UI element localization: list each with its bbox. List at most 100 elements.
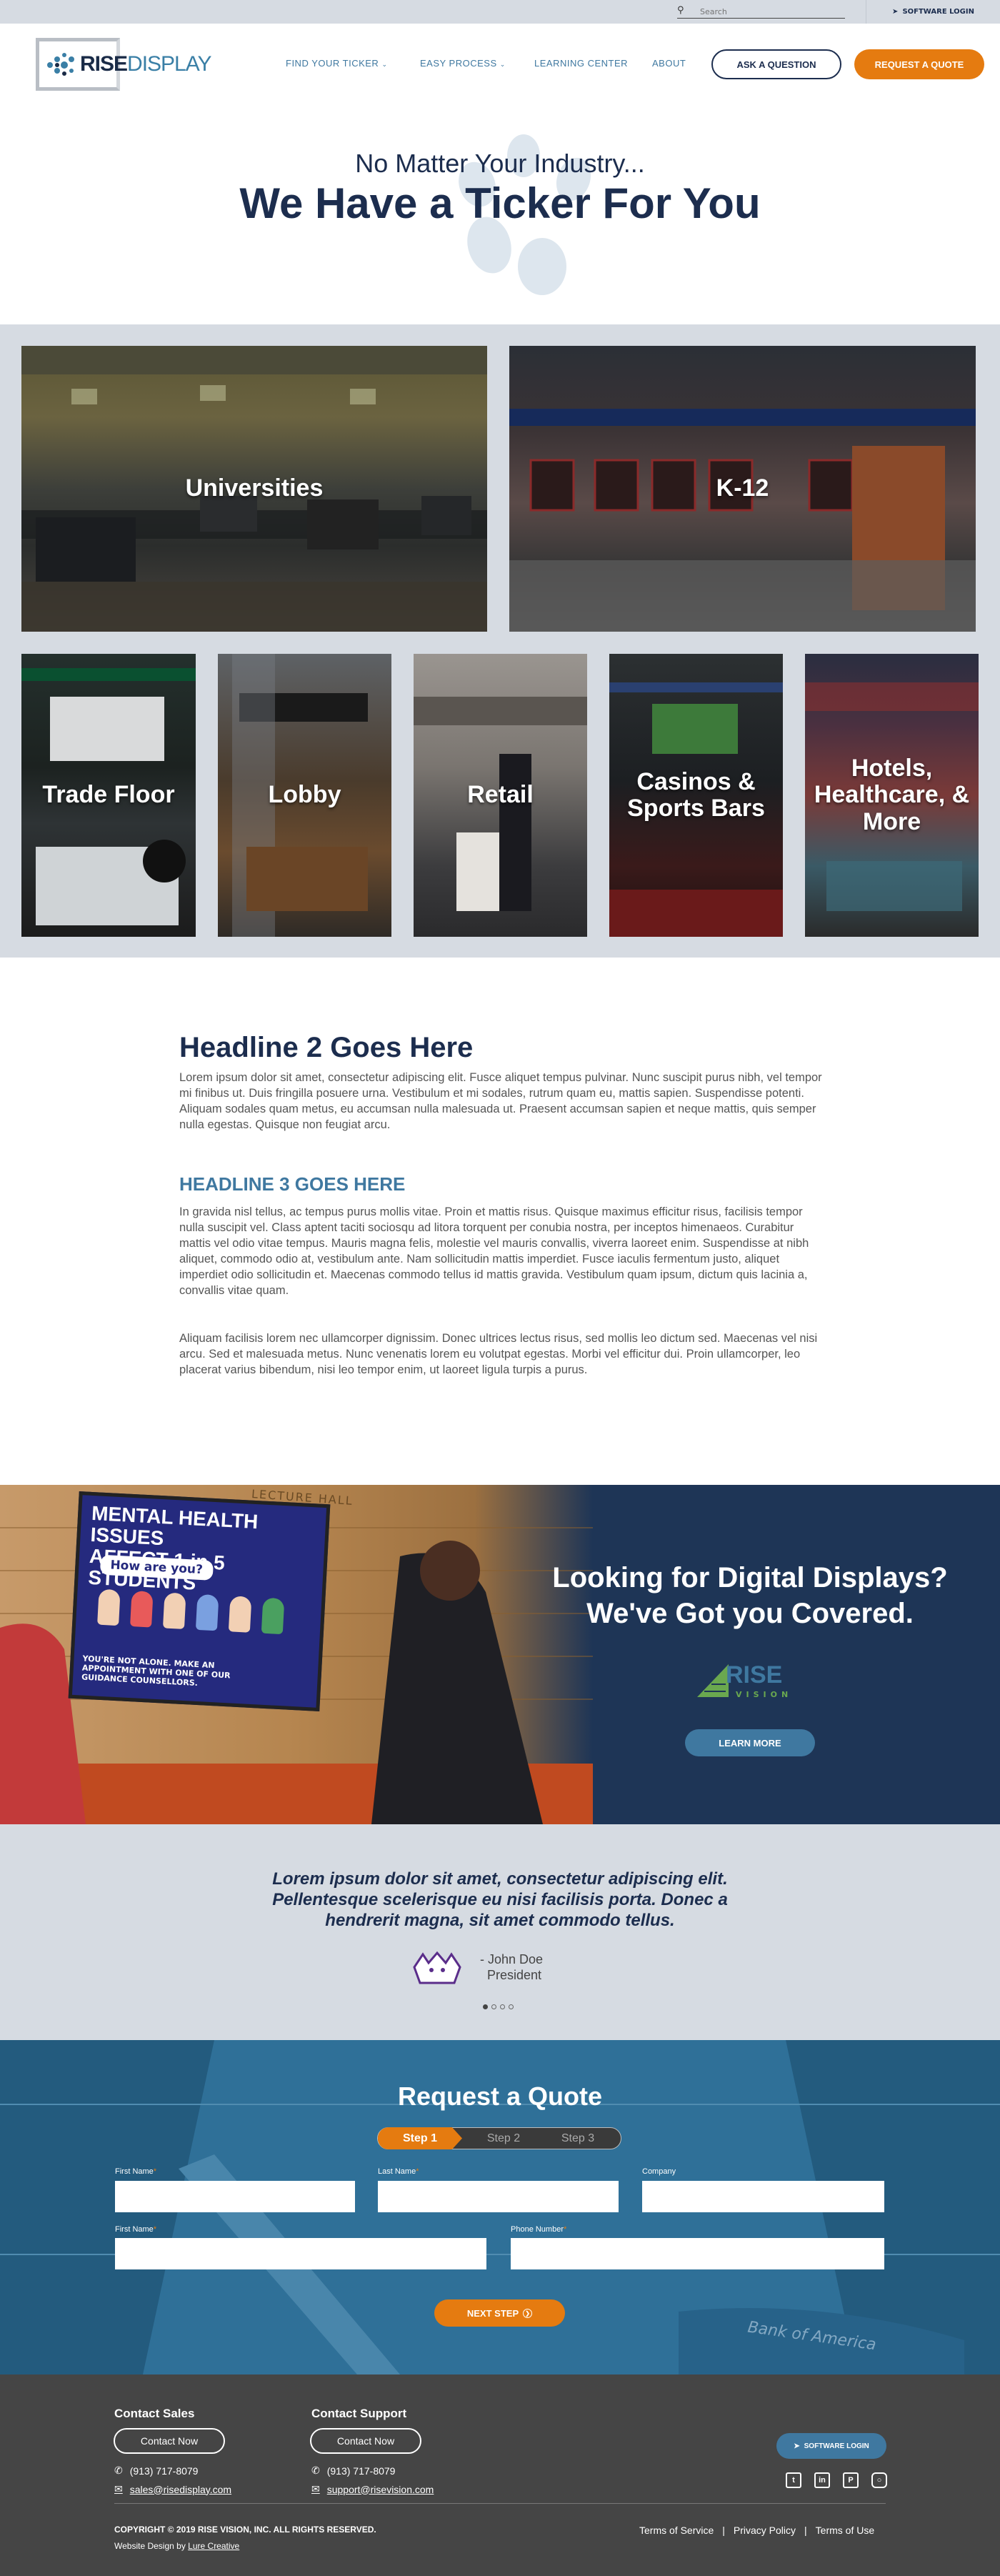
contact-sales-heading: Contact Sales xyxy=(114,2407,195,2420)
twitter-icon[interactable]: t xyxy=(786,2472,801,2488)
nav-easy-process[interactable]: EASY PROCESS ⌄ xyxy=(420,58,506,69)
copyright: COPYRIGHT © 2019 RISE VISION, INC. ALL R… xyxy=(114,2525,376,2535)
sales-phone[interactable]: ✆ (913) 717-8079 xyxy=(114,2465,198,2477)
lecture-hall-photo: MENTAL HEALTH ISSUESAFFECT 1 in 5 STUDEN… xyxy=(0,1485,593,1824)
phone-number-label: Phone Number* xyxy=(511,2225,567,2234)
testimonial-section: Lorem ipsum dolor sit amet, consectetur … xyxy=(0,1824,1000,2040)
last-name-field[interactable] xyxy=(378,2181,619,2212)
tile-label: Trade Floor xyxy=(42,781,175,809)
footer-software-login-label: SOFTWARE LOGIN xyxy=(804,2442,869,2450)
software-login-link[interactable]: ➤ SOFTWARE LOGIN xyxy=(866,0,1000,24)
hero-section: No Matter Your Industry... We Have a Tic… xyxy=(0,113,1000,324)
step-1[interactable]: Step 1 xyxy=(378,2127,462,2149)
tile-label: Retail xyxy=(467,781,534,809)
logo-rise: RISE xyxy=(80,52,128,76)
nav-find-your-ticker[interactable]: FIND YOUR TICKER ⌄ xyxy=(286,58,388,69)
headline-2: Headline 2 Goes Here xyxy=(179,1032,474,1063)
industry-tile-k12[interactable]: K-12 xyxy=(509,346,976,632)
industry-tile-hotels[interactable]: Hotels, Healthcare, & More xyxy=(805,654,979,937)
testimonial-quote: Lorem ipsum dolor sit amet, consectetur … xyxy=(272,1869,728,1930)
industry-grid: Universities K-12 Trade Floor Lobby Reta… xyxy=(0,324,1000,958)
next-step-button[interactable]: NEXT STEP ❯ xyxy=(434,2299,565,2327)
linkedin-icon[interactable]: in xyxy=(814,2472,830,2488)
nav-label: EASY PROCESS xyxy=(420,58,497,69)
sign-in-icon: ➤ xyxy=(794,2442,800,2450)
industry-tile-trade-floor[interactable]: Trade Floor xyxy=(21,654,196,937)
digital-displays-banner: MENTAL HEALTH ISSUESAFFECT 1 in 5 STUDEN… xyxy=(0,1485,1000,1824)
contact-support-button[interactable]: Contact Now xyxy=(310,2428,421,2454)
last-name-label: Last Name* xyxy=(378,2167,419,2176)
phone-icon: ✆ xyxy=(311,2465,320,2476)
tile-label: Hotels, Healthcare, & More xyxy=(814,754,970,835)
lure-creative-link[interactable]: Lure Creative xyxy=(188,2541,239,2551)
industry-tile-lobby[interactable]: Lobby xyxy=(218,654,391,937)
tile-label: Casinos & Sports Bars xyxy=(627,767,765,822)
first-name-field[interactable] xyxy=(115,2181,355,2212)
screen-headline: MENTAL HEALTH ISSUESAFFECT 1 in 5 STUDEN… xyxy=(87,1501,259,1594)
ask-a-question-button[interactable]: ASK A QUESTION xyxy=(711,49,841,79)
industry-tile-universities[interactable]: Universities xyxy=(21,346,487,632)
terms-of-service-link[interactable]: Terms of Service xyxy=(639,2525,714,2536)
carousel-dot[interactable] xyxy=(509,2004,514,2009)
support-phone-text: (913) 717-8079 xyxy=(326,2465,396,2477)
search-icon[interactable]: ⚲ xyxy=(677,5,684,16)
chevron-down-icon: ⌄ xyxy=(381,61,388,68)
legal-links: Terms of Service | Privacy Policy | Term… xyxy=(639,2525,874,2536)
step-3[interactable]: Step 3 xyxy=(539,2127,617,2149)
support-phone[interactable]: ✆ (913) 717-8079 xyxy=(311,2465,395,2477)
author-name: - John Doe xyxy=(480,1952,544,1966)
separator: | xyxy=(804,2525,807,2536)
next-step-label: NEXT STEP xyxy=(466,2307,519,2319)
hero-subtitle: No Matter Your Industry... xyxy=(355,149,645,178)
search-input[interactable] xyxy=(700,7,843,16)
support-email-text: support@risevision.com xyxy=(326,2483,434,2495)
first-name-2-label: First Name* xyxy=(115,2225,157,2234)
rise-vision-logo: RISE VISION xyxy=(697,1661,804,1704)
contact-support-heading: Contact Support xyxy=(311,2407,407,2420)
envelope-icon: ✉ xyxy=(114,2483,123,2495)
step-2[interactable]: Step 2 xyxy=(464,2127,543,2149)
carousel-dot-active[interactable] xyxy=(483,2004,488,2009)
arrow-right-circle-icon: ❯ xyxy=(523,2308,533,2318)
pinterest-icon[interactable]: P xyxy=(843,2472,859,2488)
phone-number-field[interactable] xyxy=(511,2238,884,2269)
request-quote-section: Bank of America Request a Quote Step 1 S… xyxy=(0,2040,1000,2374)
chevron-down-icon: ⌄ xyxy=(499,61,506,68)
tile-label: K-12 xyxy=(716,474,769,502)
instagram-icon[interactable]: ○ xyxy=(871,2472,887,2488)
footer-software-login-button[interactable]: ➤ SOFTWARE LOGIN xyxy=(776,2433,886,2459)
envelope-icon: ✉ xyxy=(311,2483,320,2495)
headline-3: HEADLINE 3 GOES HERE xyxy=(179,1173,406,1195)
search-box[interactable]: ⚲ xyxy=(677,5,845,19)
industry-tile-retail[interactable]: Retail xyxy=(414,654,587,937)
request-a-quote-button[interactable]: REQUEST A QUOTE xyxy=(854,49,984,79)
first-name-label: First Name* xyxy=(115,2167,157,2176)
contact-sales-button[interactable]: Contact Now xyxy=(114,2428,225,2454)
content-section: Headline 2 Goes Here Lorem ipsum dolor s… xyxy=(0,958,1000,1485)
privacy-policy-link[interactable]: Privacy Policy xyxy=(734,2525,796,2536)
terms-of-use-link[interactable]: Terms of Use xyxy=(816,2525,874,2536)
carousel-dot[interactable] xyxy=(500,2004,505,2009)
nav-learning-center[interactable]: LEARNING CENTER xyxy=(534,58,628,69)
rise-display-logo[interactable]: RISEDISPLAY xyxy=(36,36,212,92)
logo-display: DISPLAY xyxy=(127,52,211,76)
learn-more-button[interactable]: LEARN MORE xyxy=(685,1729,815,1756)
tile-label: Universities xyxy=(185,474,324,502)
company-field[interactable] xyxy=(642,2181,884,2212)
footer-divider xyxy=(114,2503,886,2504)
support-email[interactable]: ✉ support@risevision.com xyxy=(311,2483,434,2495)
brand-rise: RISE xyxy=(726,1661,783,1689)
utility-bar: ⚲ ➤ SOFTWARE LOGIN xyxy=(0,0,1000,24)
nav-about[interactable]: ABOUT xyxy=(652,58,686,69)
first-name-2-field[interactable] xyxy=(115,2238,486,2269)
paragraph-1: Lorem ipsum dolor sit amet, consectetur … xyxy=(179,1071,822,1131)
industry-tile-casinos[interactable]: Casinos & Sports Bars xyxy=(609,654,783,937)
brand-vision: VISION xyxy=(736,1690,793,1699)
sales-email[interactable]: ✉ sales@risedisplay.com xyxy=(114,2483,231,2495)
ticker-screen: MENTAL HEALTH ISSUESAFFECT 1 in 5 STUDEN… xyxy=(68,1491,331,1712)
wildcat-logo-icon xyxy=(413,1951,461,1984)
author-role: President xyxy=(487,1968,542,1982)
carousel-dot[interactable] xyxy=(491,2004,496,2009)
site-header: RISEDISPLAY FIND YOUR TICKER ⌄ EASY PROC… xyxy=(0,24,1000,113)
logo-dots-icon xyxy=(47,53,74,76)
